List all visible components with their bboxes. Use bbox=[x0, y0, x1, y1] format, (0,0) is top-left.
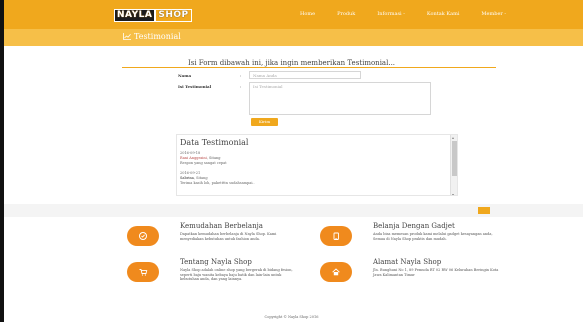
footer-copyright: Copyright © Nayla Shop 2016 bbox=[264, 315, 319, 319]
entry-text: Respon yang sangat cepat bbox=[180, 161, 227, 165]
logo-word-shop: SHOP bbox=[155, 9, 192, 22]
feature-title: Alamat Nayla Shop bbox=[373, 258, 442, 266]
panel-scrollbar[interactable]: ▴ ▾ bbox=[450, 135, 457, 195]
testimonial-textarea[interactable]: Isi Testimonial bbox=[249, 82, 431, 115]
feature-description: Anda bisa memesan produk kami melalui ga… bbox=[373, 232, 493, 241]
main-nav: Home Produk Informasi - Kontak Kami Memb… bbox=[300, 11, 528, 17]
feature-description: Dapatkan kemudahan berbelanja di Nayla S… bbox=[180, 232, 277, 241]
feature-description: Nayla Shop adalah online shop yang berge… bbox=[180, 268, 293, 281]
entry-name: Rani Anggraini bbox=[180, 156, 207, 160]
logo-word-nayla: NAYLA bbox=[114, 9, 156, 22]
feature-title: Belanja Dengan Gadjet bbox=[373, 222, 455, 230]
nav-produk[interactable]: Produk bbox=[337, 11, 355, 17]
entry-text: Terima kasih loh, pakettttn sudahsampai.… bbox=[180, 181, 255, 185]
name-label: Nama bbox=[178, 73, 192, 78]
name-input[interactable]: Nama Anda bbox=[249, 71, 361, 79]
entry-city: , Sitang bbox=[193, 176, 208, 180]
tablet-icon bbox=[320, 226, 352, 246]
entry-name: Sabrina bbox=[180, 176, 194, 180]
page: NAYLA SHOP Home Produk Informasi - Konta… bbox=[0, 0, 583, 322]
form-heading: Isi Form dibawah ini, jika ingin memberi… bbox=[187, 59, 396, 67]
testimonial-colon: : bbox=[240, 84, 242, 89]
nav-home[interactable]: Home bbox=[300, 11, 315, 17]
page-title-text: Testimonial bbox=[134, 32, 181, 41]
testimonial-entry: 2016-09-21 Sabrina, Sitang Terima kasih … bbox=[180, 171, 255, 186]
entry-city: , Sitang bbox=[206, 156, 221, 160]
cart-icon bbox=[127, 262, 159, 282]
scrollbar-thumb[interactable] bbox=[452, 141, 457, 176]
scroll-down-icon[interactable]: ▾ bbox=[452, 192, 454, 195]
nav-kontak[interactable]: Kontak Kami bbox=[427, 11, 460, 17]
nav-member[interactable]: Member - bbox=[481, 11, 506, 17]
feature-description: Jln. Bunghuni No 1, 89 Pemuda RT 02 RW 0… bbox=[373, 268, 499, 277]
testimonial-label: Isi Testimonial bbox=[178, 84, 212, 89]
submit-button[interactable]: Kirim bbox=[251, 118, 278, 126]
window-edge bbox=[0, 0, 4, 322]
page-header-bar: Testimonial bbox=[4, 29, 583, 46]
scroll-top-button[interactable] bbox=[478, 207, 490, 214]
scroll-up-icon[interactable]: ▴ bbox=[452, 135, 454, 140]
features-divider-band bbox=[4, 204, 583, 217]
feature-title: Tentang Nayla Shop bbox=[180, 258, 252, 266]
feature-title: Kemudahan Berbelanja bbox=[180, 222, 263, 230]
nav-informasi[interactable]: Informasi - bbox=[377, 11, 405, 17]
page-title: Testimonial bbox=[123, 32, 181, 41]
testimonial-list-title: Data Testimonial bbox=[180, 138, 249, 147]
testimonial-entry: 2016-09-18 Rani Anggraini, Sitang Respon… bbox=[180, 151, 227, 166]
site-logo[interactable]: NAYLA SHOP bbox=[114, 9, 192, 22]
home-icon bbox=[320, 262, 352, 282]
form-heading-rule bbox=[122, 67, 496, 68]
chart-icon bbox=[123, 33, 131, 40]
check-circle-icon bbox=[127, 226, 159, 246]
name-colon: : bbox=[240, 73, 242, 78]
testimonial-list-panel[interactable]: Data Testimonial 2016-09-18 Rani Anggrai… bbox=[176, 134, 458, 196]
